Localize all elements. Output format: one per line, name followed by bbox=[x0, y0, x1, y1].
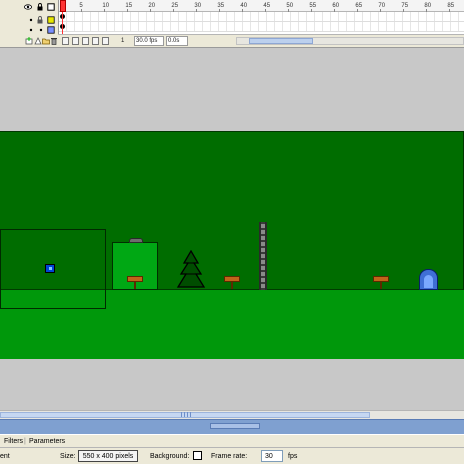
size-button[interactable]: 550 x 400 pixels bbox=[78, 450, 138, 462]
modify-markers-icon[interactable] bbox=[102, 37, 109, 45]
outline-icon[interactable] bbox=[47, 3, 55, 11]
frame-number-label: 45 bbox=[263, 3, 271, 9]
frame-rate-label: Frame rate: bbox=[211, 453, 248, 460]
playhead[interactable] bbox=[60, 0, 66, 34]
elapsed-time: 0.0s bbox=[168, 38, 180, 44]
frame-number-label: 20 bbox=[148, 3, 156, 9]
lock-icon[interactable] bbox=[36, 3, 44, 11]
frame-ruler[interactable]: 1510152025303540455055606570758085 bbox=[59, 0, 464, 12]
insert-layer-icon[interactable] bbox=[25, 37, 33, 45]
background-label: Background: bbox=[150, 453, 190, 460]
timeline-scroll-thumb[interactable] bbox=[249, 38, 313, 44]
frame-number-label: 50 bbox=[286, 3, 294, 9]
frame-row-layer1[interactable] bbox=[59, 12, 464, 22]
ladder[interactable] bbox=[259, 222, 267, 290]
layer-lock-icon[interactable] bbox=[36, 16, 44, 24]
layer2-outline-color-icon[interactable] bbox=[47, 26, 55, 34]
signpost[interactable] bbox=[127, 275, 143, 289]
frame-number-label: 70 bbox=[378, 3, 386, 9]
layer2-lock-dot-icon[interactable] bbox=[37, 26, 45, 34]
frames-area[interactable]: 1510152025303540455055606570758085 bbox=[58, 0, 464, 34]
background-color-swatch[interactable] bbox=[193, 451, 202, 460]
tab-filters[interactable]: Filters bbox=[4, 438, 23, 445]
frame-number-label: 15 bbox=[125, 3, 133, 9]
frame-number-label: 65 bbox=[355, 3, 363, 9]
frame-number-label: 55 bbox=[309, 3, 317, 9]
layer-visible-dot-icon[interactable] bbox=[27, 16, 35, 24]
insert-folder-icon[interactable] bbox=[42, 37, 50, 45]
onion-skin-icon[interactable] bbox=[72, 37, 79, 45]
exit-door[interactable] bbox=[419, 269, 438, 290]
scroll-grip bbox=[181, 412, 191, 417]
signpost[interactable] bbox=[224, 275, 240, 289]
timeline-status-bar: 1 30.0 fps 0.0s bbox=[58, 34, 464, 47]
layer-outline-color-icon[interactable] bbox=[47, 16, 55, 24]
signpost[interactable] bbox=[373, 275, 389, 289]
frame-number-label: 75 bbox=[401, 3, 409, 9]
pasteboard[interactable] bbox=[0, 48, 464, 410]
frame-rate-readout: 30.0 fps bbox=[136, 38, 158, 44]
frame-rate-input[interactable]: 30 bbox=[261, 450, 283, 462]
player-sprite[interactable] bbox=[45, 264, 55, 273]
frame-number-label: 10 bbox=[102, 3, 110, 9]
timeline-scrollbar[interactable] bbox=[236, 37, 464, 45]
size-label: Size: bbox=[60, 453, 76, 460]
center-frame-icon[interactable] bbox=[62, 37, 69, 45]
frame-number-label: 35 bbox=[217, 3, 225, 9]
properties-panel: ent Size: 550 x 400 pixels Background: F… bbox=[0, 448, 464, 464]
properties-tabs: Filters | Parameters bbox=[0, 434, 464, 448]
fps-label: fps bbox=[288, 453, 298, 460]
delete-layer-icon[interactable] bbox=[50, 37, 58, 45]
frame-number-label: 25 bbox=[171, 3, 179, 9]
layer2-visible-dot-icon[interactable] bbox=[27, 26, 35, 34]
add-guide-icon[interactable] bbox=[34, 37, 42, 45]
frame-number-label: 85 bbox=[447, 3, 455, 9]
edit-multiple-frames-icon[interactable] bbox=[92, 37, 99, 45]
frame-number-label: 80 bbox=[424, 3, 432, 9]
stage-scrollbar[interactable] bbox=[0, 410, 464, 419]
stage[interactable] bbox=[0, 131, 464, 359]
current-frame: 1 bbox=[121, 38, 125, 44]
frame-number-label: 60 bbox=[332, 3, 340, 9]
document-label: ent bbox=[0, 453, 10, 460]
pine-tree-icon[interactable] bbox=[176, 250, 206, 290]
onion-outline-icon[interactable] bbox=[82, 37, 89, 45]
layer-header bbox=[0, 0, 58, 48]
collapse-handle[interactable] bbox=[210, 423, 260, 429]
tab-parameters[interactable]: Parameters bbox=[29, 438, 65, 445]
frame-row-layer2[interactable] bbox=[59, 22, 464, 32]
platform-switch[interactable] bbox=[129, 238, 143, 243]
frame-number-label: 40 bbox=[240, 3, 248, 9]
timeline-panel: 1510152025303540455055606570758085 1 30.… bbox=[0, 0, 464, 48]
panel-divider[interactable] bbox=[0, 419, 464, 434]
frame-number-label: 30 bbox=[194, 3, 202, 9]
eye-icon[interactable] bbox=[24, 3, 32, 11]
